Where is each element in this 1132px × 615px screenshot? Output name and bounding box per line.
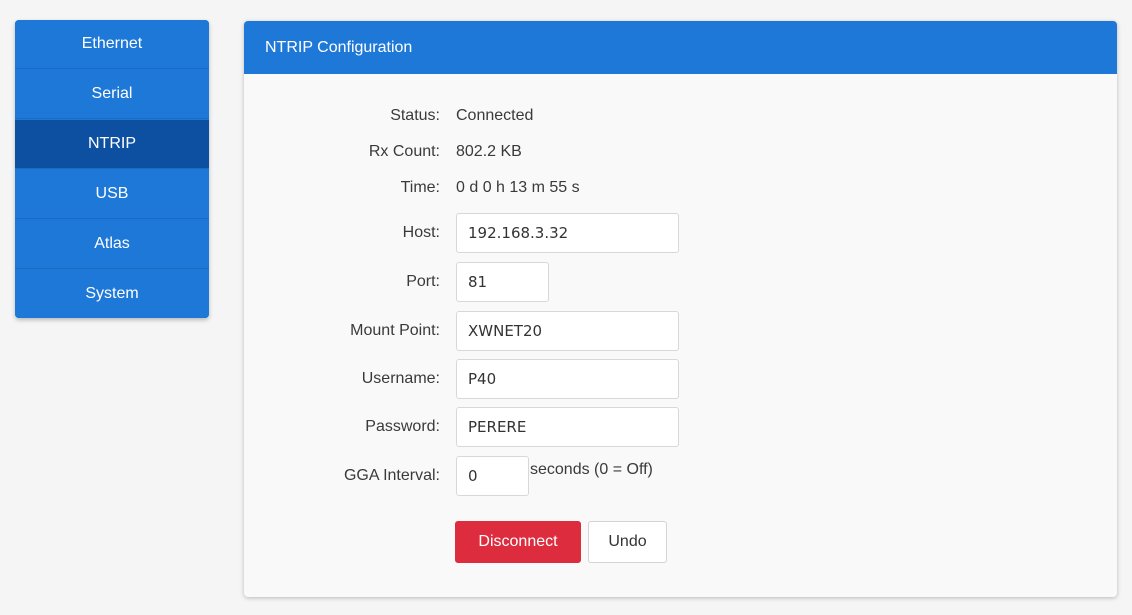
port-input[interactable] [456, 262, 549, 302]
mount-point-label: Mount Point: [350, 322, 440, 339]
rx-count-value: 802.2 KB [456, 143, 522, 160]
mount-point-row: Mount Point: [244, 311, 1117, 351]
sidebar-item-serial[interactable]: Serial [15, 70, 209, 119]
gga-interval-suffix: seconds (0 = Off) [530, 461, 653, 478]
status-row: Status: Connected [244, 96, 1117, 136]
sidebar-item-usb[interactable]: USB [15, 170, 209, 219]
gga-interval-row: GGA Interval: seconds (0 = Off) [244, 456, 1117, 496]
sidebar-nav: Ethernet Serial NTRIP USB Atlas System [15, 20, 209, 318]
disconnect-button[interactable]: Disconnect [455, 521, 581, 563]
time-value: 0 d 0 h 13 m 55 s [456, 179, 580, 196]
status-label: Status: [390, 107, 440, 124]
port-label: Port: [406, 273, 440, 290]
time-label: Time: [400, 179, 440, 196]
password-input[interactable] [456, 407, 679, 447]
status-value: Connected [456, 107, 534, 124]
ntrip-config-panel: NTRIP Configuration Status: Connected Rx… [244, 21, 1117, 597]
time-row: Time: 0 d 0 h 13 m 55 s [244, 168, 1117, 208]
host-label: Host: [402, 224, 440, 241]
port-row: Port: [244, 262, 1117, 302]
sidebar-item-atlas[interactable]: Atlas [15, 220, 209, 269]
host-input[interactable] [456, 213, 679, 253]
mount-point-input[interactable] [456, 311, 679, 351]
username-label: Username: [361, 370, 440, 387]
rx-count-row: Rx Count: 802.2 KB [244, 132, 1117, 172]
password-label: Password: [365, 418, 440, 435]
sidebar-item-system[interactable]: System [15, 270, 209, 318]
panel-title: NTRIP Configuration [244, 21, 1117, 74]
gga-interval-label: GGA Interval: [343, 467, 440, 484]
host-row: Host: [244, 213, 1117, 253]
sidebar-item-ntrip[interactable]: NTRIP [15, 120, 209, 169]
gga-interval-input[interactable] [456, 456, 529, 496]
undo-button[interactable]: Undo [588, 521, 667, 563]
rx-count-label: Rx Count: [368, 143, 440, 160]
sidebar-item-ethernet[interactable]: Ethernet [15, 20, 209, 69]
username-input[interactable] [456, 359, 679, 399]
username-row: Username: [244, 359, 1117, 399]
password-row: Password: [244, 407, 1117, 447]
